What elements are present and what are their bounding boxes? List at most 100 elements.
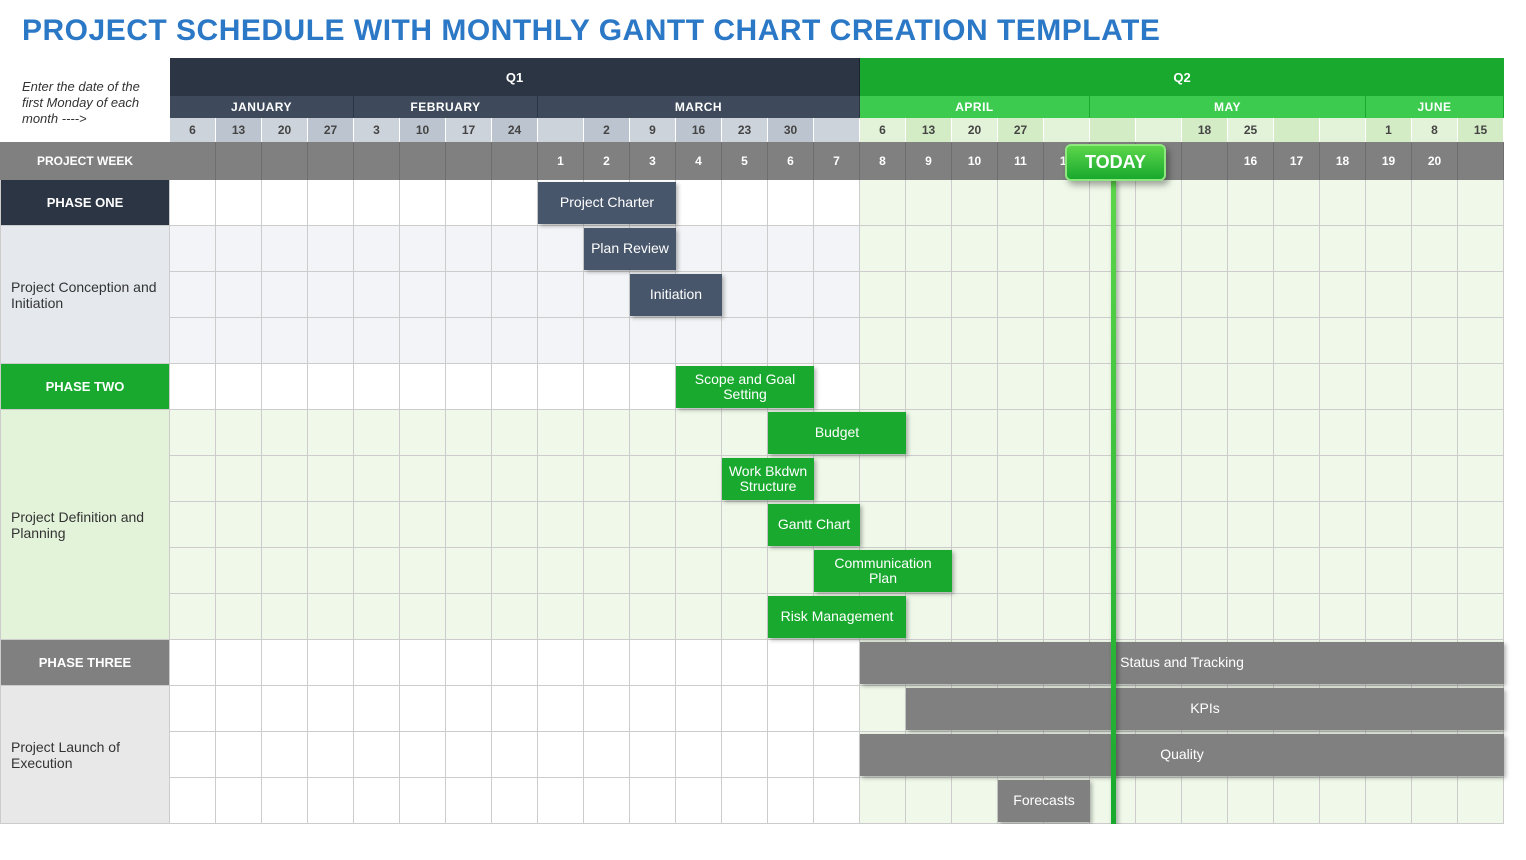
day-header[interactable]: 9	[630, 118, 676, 142]
grid-cell[interactable]	[814, 732, 860, 778]
grid-cell[interactable]	[768, 732, 814, 778]
grid-cell[interactable]	[262, 364, 308, 410]
grid-cell[interactable]	[170, 686, 216, 732]
grid-cell[interactable]	[584, 410, 630, 456]
grid-cell[interactable]	[630, 732, 676, 778]
grid-cell[interactable]	[768, 548, 814, 594]
grid-cell[interactable]	[1458, 226, 1504, 272]
grid-cell[interactable]	[906, 226, 952, 272]
grid-cell[interactable]	[1412, 180, 1458, 226]
grid-cell[interactable]	[538, 686, 584, 732]
grid-cell[interactable]	[538, 364, 584, 410]
grid-cell[interactable]	[170, 272, 216, 318]
day-header[interactable]: 27	[998, 118, 1044, 142]
grid-cell[interactable]	[1044, 318, 1090, 364]
grid-cell[interactable]	[860, 686, 906, 732]
grid-cell[interactable]	[1412, 318, 1458, 364]
gantt-bar[interactable]: Forecasts	[998, 780, 1090, 822]
grid-cell[interactable]	[584, 686, 630, 732]
grid-cell[interactable]	[906, 410, 952, 456]
grid-cell[interactable]	[676, 318, 722, 364]
grid-cell[interactable]	[584, 318, 630, 364]
grid-cell[interactable]	[860, 456, 906, 502]
day-header[interactable]: 6	[170, 118, 216, 142]
grid-cell[interactable]	[262, 640, 308, 686]
grid-cell[interactable]	[722, 594, 768, 640]
grid-cell[interactable]	[952, 180, 998, 226]
day-header[interactable]: 24	[492, 118, 538, 142]
grid-cell[interactable]	[1228, 364, 1274, 410]
grid-cell[interactable]	[952, 272, 998, 318]
grid-cell[interactable]	[354, 272, 400, 318]
grid-cell[interactable]	[1044, 548, 1090, 594]
grid-cell[interactable]	[446, 640, 492, 686]
grid-cell[interactable]	[1412, 548, 1458, 594]
grid-cell[interactable]	[630, 502, 676, 548]
grid-cell[interactable]	[1044, 502, 1090, 548]
grid-cell[interactable]	[1458, 594, 1504, 640]
grid-cell[interactable]	[676, 778, 722, 824]
grid-cell[interactable]	[216, 548, 262, 594]
grid-cell[interactable]	[492, 594, 538, 640]
grid-cell[interactable]	[1366, 226, 1412, 272]
day-header[interactable]: 13	[216, 118, 262, 142]
day-header[interactable]	[814, 118, 860, 142]
grid-cell[interactable]	[860, 226, 906, 272]
grid-cell[interactable]	[216, 778, 262, 824]
grid-cell[interactable]	[400, 226, 446, 272]
day-header[interactable]: 17	[446, 118, 492, 142]
grid-cell[interactable]	[630, 364, 676, 410]
grid-cell[interactable]	[952, 364, 998, 410]
grid-cell[interactable]	[400, 364, 446, 410]
grid-cell[interactable]	[584, 502, 630, 548]
grid-cell[interactable]	[492, 686, 538, 732]
grid-cell[interactable]	[1044, 272, 1090, 318]
gantt-bar[interactable]: Project Charter	[538, 182, 676, 224]
grid-cell[interactable]	[492, 410, 538, 456]
grid-cell[interactable]	[1136, 502, 1182, 548]
grid-cell[interactable]	[1274, 778, 1320, 824]
grid-cell[interactable]	[768, 226, 814, 272]
grid-cell[interactable]	[1458, 318, 1504, 364]
gantt-bar[interactable]: Plan Review	[584, 228, 676, 270]
grid-cell[interactable]	[446, 732, 492, 778]
grid-cell[interactable]	[354, 456, 400, 502]
grid-cell[interactable]	[308, 778, 354, 824]
grid-cell[interactable]	[1458, 180, 1504, 226]
grid-cell[interactable]	[722, 732, 768, 778]
grid-cell[interactable]	[538, 732, 584, 778]
grid-cell[interactable]	[1320, 594, 1366, 640]
grid-cell[interactable]	[170, 410, 216, 456]
grid-cell[interactable]	[400, 686, 446, 732]
grid-cell[interactable]	[952, 456, 998, 502]
grid-cell[interactable]	[906, 364, 952, 410]
grid-cell[interactable]	[1228, 226, 1274, 272]
grid-cell[interactable]	[768, 272, 814, 318]
grid-cell[interactable]	[262, 732, 308, 778]
grid-cell[interactable]	[630, 594, 676, 640]
grid-cell[interactable]	[538, 502, 584, 548]
grid-cell[interactable]	[1182, 180, 1228, 226]
grid-cell[interactable]	[1228, 180, 1274, 226]
grid-cell[interactable]	[262, 456, 308, 502]
gantt-bar[interactable]: Gantt Chart	[768, 504, 860, 546]
grid-cell[interactable]	[1366, 778, 1412, 824]
grid-cell[interactable]	[584, 732, 630, 778]
grid-cell[interactable]	[446, 778, 492, 824]
grid-cell[interactable]	[584, 594, 630, 640]
gantt-bar[interactable]: Status and Tracking	[860, 642, 1504, 684]
grid-cell[interactable]	[400, 594, 446, 640]
day-header[interactable]	[1320, 118, 1366, 142]
grid-cell[interactable]	[860, 318, 906, 364]
gantt-bar[interactable]: Scope and Goal Setting	[676, 366, 814, 408]
grid-cell[interactable]	[1044, 410, 1090, 456]
grid-cell[interactable]	[170, 594, 216, 640]
day-header[interactable]: 16	[676, 118, 722, 142]
grid-cell[interactable]	[354, 640, 400, 686]
grid-cell[interactable]	[1182, 594, 1228, 640]
grid-cell[interactable]	[446, 226, 492, 272]
grid-cell[interactable]	[1274, 180, 1320, 226]
grid-cell[interactable]	[1044, 226, 1090, 272]
grid-cell[interactable]	[676, 640, 722, 686]
grid-cell[interactable]	[1044, 180, 1090, 226]
